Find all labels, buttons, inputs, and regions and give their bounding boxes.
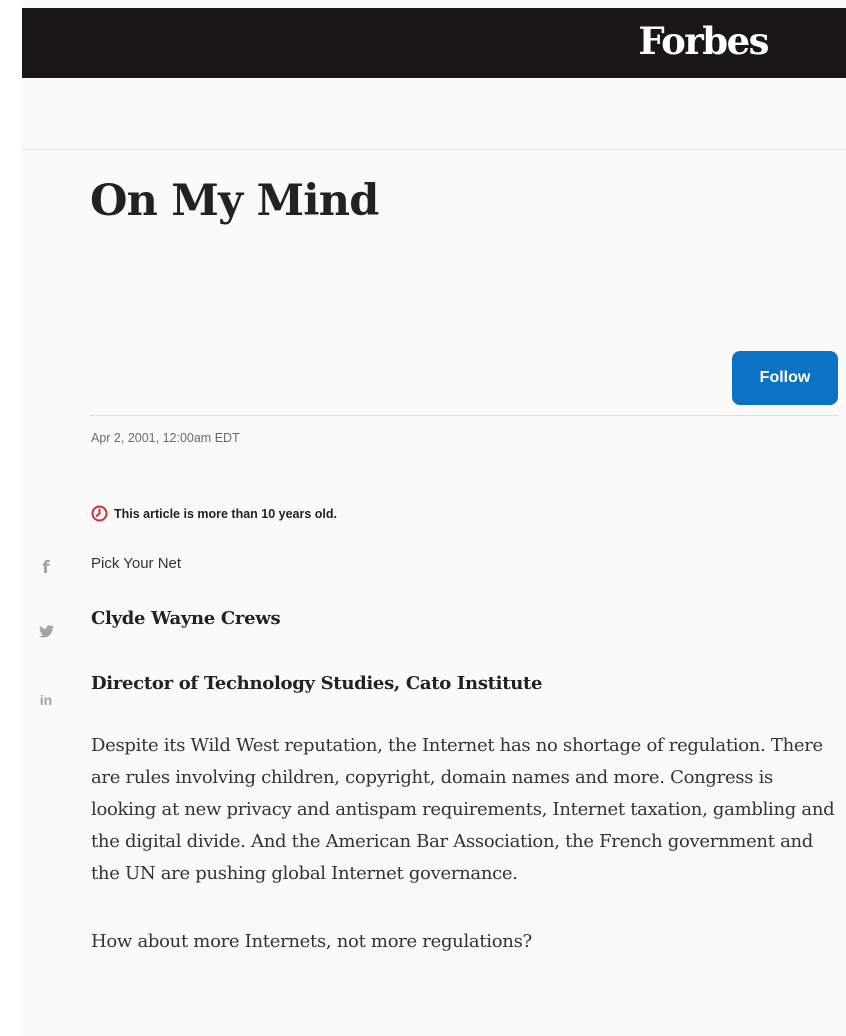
follow-button[interactable]: Follow: [732, 351, 838, 405]
top-navigation-bar: Forbes: [22, 8, 846, 78]
facebook-share-icon[interactable]: f: [34, 558, 58, 578]
article-age-notice: This article is more than 10 years old.: [91, 505, 337, 522]
page-title: On My Mind: [90, 176, 379, 226]
publish-date: Apr 2, 2001, 12:00am EDT: [91, 431, 240, 445]
author-title: Director of Technology Studies, Cato Ins…: [91, 673, 543, 694]
article-paragraph: How about more Internets, not more regul…: [91, 931, 532, 952]
article-age-text: This article is more than 10 years old.: [114, 506, 338, 521]
article-kicker: Pick Your Net: [91, 555, 182, 572]
byline-divider: [90, 415, 838, 416]
author-name: Clyde Wayne Crews: [91, 608, 281, 629]
linkedin-share-icon[interactable]: in: [34, 692, 58, 708]
article-paragraph: Despite its Wild West reputation, the In…: [91, 735, 835, 884]
header-divider: [22, 149, 846, 150]
forbes-logo[interactable]: Forbes: [638, 19, 769, 63]
clock-icon: [91, 505, 108, 522]
twitter-share-icon[interactable]: [34, 625, 58, 641]
